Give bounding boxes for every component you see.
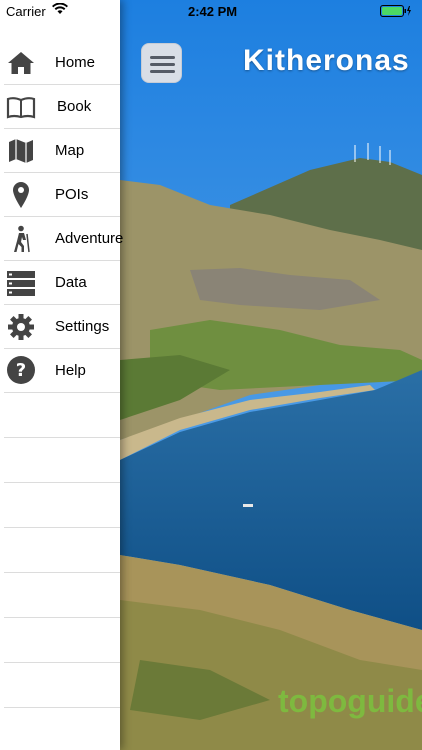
empty-row	[4, 393, 120, 438]
status-bar: Carrier 2:42 PM	[0, 0, 422, 22]
menu-item-settings[interactable]: Settings	[4, 305, 120, 349]
background-photo	[120, 0, 422, 750]
svg-text:?: ?	[16, 360, 26, 381]
menu-item-label: Home	[55, 54, 96, 71]
wifi-icon	[52, 2, 68, 18]
menu-item-home[interactable]: Home	[4, 41, 120, 85]
empty-row	[4, 438, 120, 483]
help-icon: ?	[6, 356, 36, 385]
gear-icon	[6, 313, 36, 341]
empty-row	[4, 618, 120, 663]
menu-item-label: Map	[55, 142, 85, 159]
empty-row	[4, 528, 120, 573]
menu-item-label: Settings	[55, 318, 110, 335]
hiker-icon	[6, 225, 36, 253]
home-icon	[6, 49, 36, 77]
hamburger-menu-button[interactable]	[141, 43, 182, 83]
battery-icon	[380, 5, 412, 20]
page-title: Kitheronas	[243, 44, 410, 77]
menu-item-label: Help	[55, 362, 86, 379]
menu-item-adventure[interactable]: Adventure	[4, 217, 124, 261]
menu-item-label: POIs	[55, 186, 89, 203]
menu-item-data[interactable]: Data	[4, 261, 120, 305]
empty-row	[4, 573, 120, 618]
menu-item-map[interactable]: Map	[4, 129, 120, 173]
side-menu: Home Book Map POIs Adventure Data Settin…	[0, 0, 124, 750]
book-icon	[6, 93, 36, 121]
carrier-label: Carrier	[6, 4, 46, 19]
location-pin-icon	[6, 181, 36, 209]
server-icon	[6, 269, 36, 297]
menu-item-help[interactable]: ? Help	[4, 349, 120, 393]
menu-item-label: Data	[55, 274, 87, 291]
map-icon	[6, 137, 36, 165]
watermark-logo: topoguide	[278, 683, 422, 719]
menu-item-label: Book	[57, 98, 92, 115]
menu-item-book[interactable]: Book	[4, 85, 120, 129]
empty-row	[4, 663, 120, 708]
clock: 2:42 PM	[188, 4, 238, 19]
menu-item-pois[interactable]: POIs	[4, 173, 120, 217]
empty-row	[4, 483, 120, 528]
menu-item-label: Adventure	[55, 230, 124, 247]
